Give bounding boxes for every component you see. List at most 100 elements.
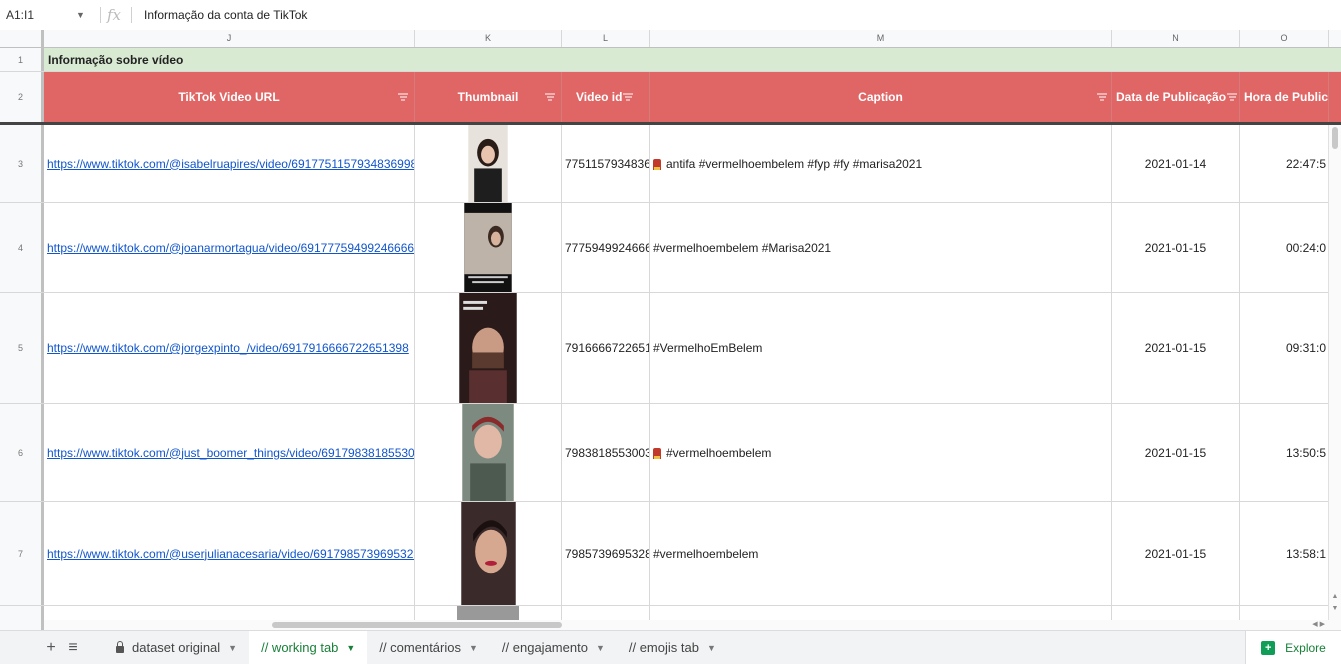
- select-all-corner[interactable]: [0, 30, 44, 47]
- filter-icon[interactable]: [398, 92, 408, 103]
- table-row: 6 https://www.tiktok.com/@just_boomer_th…: [0, 404, 1341, 502]
- tab-working-tab[interactable]: // working tab ▼: [249, 631, 368, 664]
- thumbnail-cell[interactable]: [415, 203, 562, 292]
- header-date[interactable]: Data de Publicação: [1112, 72, 1240, 122]
- scrollbar-thumb[interactable]: [1332, 127, 1338, 149]
- date-cell[interactable]: 2021-01-15: [1112, 404, 1240, 501]
- tab-label: dataset original: [132, 640, 221, 655]
- row-number[interactable]: 7: [0, 502, 44, 605]
- url-link[interactable]: https://www.tiktok.com/@isabelruapires/v…: [44, 125, 415, 202]
- table-row: 4 https://www.tiktok.com/@joanarmortagua…: [0, 203, 1341, 293]
- header-video-id[interactable]: Video id: [562, 72, 650, 122]
- header-thumbnail[interactable]: Thumbnail: [415, 72, 562, 122]
- column-header-m[interactable]: M: [650, 30, 1112, 47]
- thumbnail-cell[interactable]: [415, 404, 562, 501]
- chevron-down-icon[interactable]: ▼: [346, 643, 355, 653]
- tab-emojis-tab[interactable]: // emojis tab ▼: [617, 631, 728, 664]
- chevron-down-icon[interactable]: ▼: [469, 643, 478, 653]
- chevron-down-icon[interactable]: ▼: [596, 643, 605, 653]
- formula-input[interactable]: Informação da conta de TikTok: [144, 8, 307, 22]
- video-thumbnail-image: [460, 502, 516, 605]
- tab-dataset-original[interactable]: dataset original ▼: [104, 631, 249, 664]
- row-number[interactable]: 2: [0, 72, 44, 122]
- header-caption[interactable]: Caption: [650, 72, 1112, 122]
- row-number[interactable]: 4: [0, 203, 44, 292]
- column-header-o[interactable]: O: [1240, 30, 1329, 47]
- column-header-n[interactable]: N: [1112, 30, 1240, 47]
- column-headers: J K L M N O: [0, 30, 1341, 48]
- time-cell[interactable]: 13:58:1: [1240, 502, 1329, 605]
- caption-cell[interactable]: #VermelhoEmBelem: [650, 293, 1112, 403]
- all-sheets-button[interactable]: ≡: [62, 631, 84, 664]
- tab-engajamento[interactable]: // engajamento ▼: [490, 631, 617, 664]
- filter-icon[interactable]: [1227, 92, 1237, 103]
- column-header-k[interactable]: K: [415, 30, 562, 47]
- tab-comentarios[interactable]: // comentários ▼: [367, 631, 490, 664]
- row-number[interactable]: [0, 606, 44, 630]
- video-thumbnail-image: [468, 125, 508, 202]
- lipstick-emoji-icon: [653, 159, 661, 170]
- explore-button[interactable]: + Explore: [1245, 631, 1341, 664]
- video-id-cell[interactable]: 7983818553003: [562, 404, 650, 501]
- vertical-scrollbar[interactable]: ▲ ▼: [1328, 125, 1341, 630]
- filter-icon[interactable]: [623, 92, 633, 103]
- scroll-up-icon[interactable]: ▲: [1329, 593, 1341, 600]
- scroll-down-icon[interactable]: ▼: [1329, 605, 1341, 612]
- scroll-arrows-icon[interactable]: ◀ ▶: [1312, 620, 1325, 628]
- thumbnail-cell[interactable]: [415, 293, 562, 403]
- video-id-cell[interactable]: 7775949924666: [562, 203, 650, 292]
- section-title[interactable]: Informação sobre vídeo: [44, 48, 1329, 71]
- url-link[interactable]: https://www.tiktok.com/@userjulianacesar…: [44, 502, 415, 605]
- column-header-l[interactable]: L: [562, 30, 650, 47]
- header-label: Data de Publicação: [1116, 90, 1227, 104]
- lock-icon: [116, 641, 124, 653]
- url-link[interactable]: https://www.tiktok.com/@just_boomer_thin…: [44, 404, 415, 501]
- video-id-cell[interactable]: 7916666722651: [562, 293, 650, 403]
- date-cell[interactable]: 2021-01-15: [1112, 293, 1240, 403]
- header-label: Caption: [858, 90, 903, 104]
- table-row: 7 https://www.tiktok.com/@userjulianaces…: [0, 502, 1341, 606]
- filter-icon[interactable]: [545, 92, 555, 103]
- video-id-cell[interactable]: 7985739695328: [562, 502, 650, 605]
- row-number[interactable]: 3: [0, 125, 44, 202]
- column-header-j[interactable]: J: [44, 30, 415, 47]
- chevron-down-icon[interactable]: ▼: [76, 10, 94, 20]
- caption-cell[interactable]: antifa #vermelhoembelem #fyp #fy #marisa…: [650, 125, 1112, 202]
- scrollbar-thumb[interactable]: [272, 622, 562, 628]
- formula-bar: A1:I1 ▼ fx Informação da conta de TikTok: [0, 0, 1341, 31]
- date-cell[interactable]: 2021-01-14: [1112, 125, 1240, 202]
- add-sheet-button[interactable]: +: [40, 631, 62, 664]
- row-number[interactable]: 1: [0, 48, 44, 71]
- caption-cell[interactable]: #vermelhoembelem #Marisa2021: [650, 203, 1112, 292]
- video-id-cell[interactable]: 7751157934836: [562, 125, 650, 202]
- time-cell[interactable]: 13:50:5: [1240, 404, 1329, 501]
- time-cell[interactable]: 09:31:0: [1240, 293, 1329, 403]
- time-cell[interactable]: 00:24:0: [1240, 203, 1329, 292]
- thumbnail-cell[interactable]: [415, 125, 562, 202]
- row-number[interactable]: 6: [0, 404, 44, 501]
- tab-label: // working tab: [261, 640, 339, 655]
- chevron-down-icon[interactable]: ▼: [228, 643, 237, 653]
- explore-icon: +: [1261, 640, 1276, 655]
- header-time[interactable]: Hora de Public: [1240, 72, 1329, 122]
- filter-icon[interactable]: [1097, 92, 1107, 103]
- function-icon: fx: [107, 6, 122, 24]
- row-number[interactable]: 5: [0, 293, 44, 403]
- thumbnail-cell[interactable]: [415, 502, 562, 605]
- time-cell[interactable]: 22:47:5: [1240, 125, 1329, 202]
- name-box[interactable]: A1:I1: [0, 8, 76, 22]
- chevron-down-icon[interactable]: ▼: [707, 643, 716, 653]
- header-label: Thumbnail: [457, 90, 519, 104]
- caption-cell[interactable]: #vermelhoembelem: [650, 404, 1112, 501]
- lipstick-emoji-icon: [653, 448, 661, 459]
- table-row: 3 https://www.tiktok.com/@isabelruapires…: [0, 125, 1341, 203]
- table-row: 5 https://www.tiktok.com/@jorgexpinto_/v…: [0, 293, 1341, 404]
- url-link[interactable]: https://www.tiktok.com/@joanarmortagua/v…: [44, 203, 415, 292]
- date-cell[interactable]: 2021-01-15: [1112, 203, 1240, 292]
- date-cell[interactable]: 2021-01-15: [1112, 502, 1240, 605]
- caption-cell[interactable]: #vermelhoembelem: [650, 502, 1112, 605]
- horizontal-scrollbar[interactable]: ◀ ▶: [44, 620, 1329, 630]
- url-link[interactable]: https://www.tiktok.com/@jorgexpinto_/vid…: [44, 293, 415, 403]
- header-label: Video id: [576, 90, 623, 104]
- header-url[interactable]: TikTok Video URL: [44, 72, 415, 122]
